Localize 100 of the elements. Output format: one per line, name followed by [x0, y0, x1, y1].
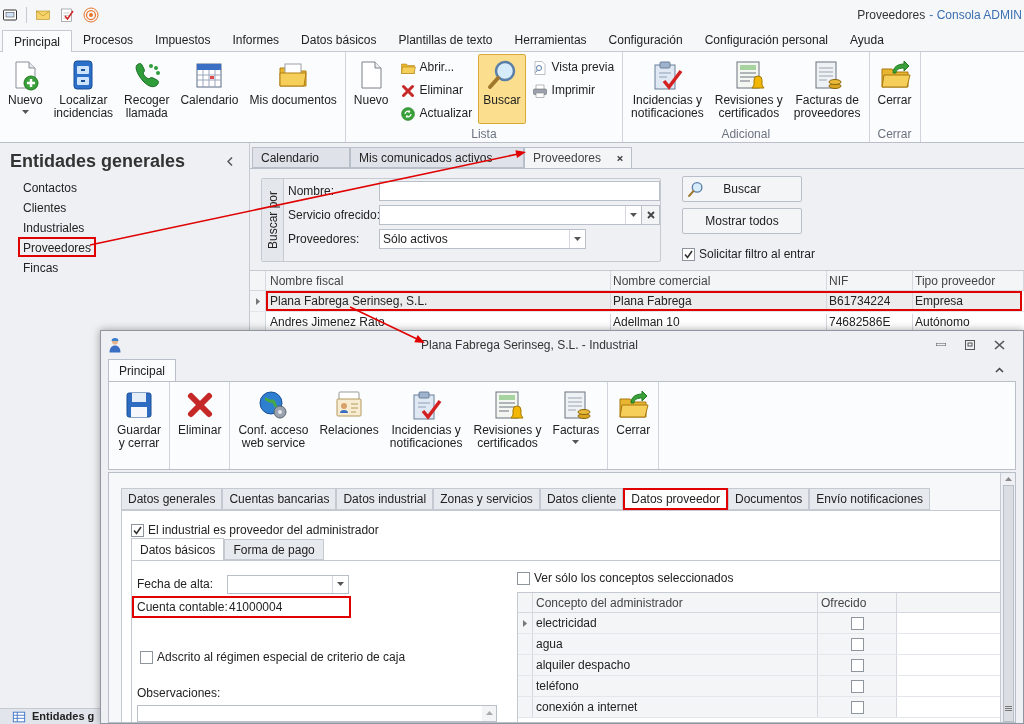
- navigation-label: Entidades g: [32, 709, 95, 724]
- scrollbar[interactable]: [1000, 473, 1015, 722]
- table-cell: Plana Fabrega Serinseg, S.L.: [268, 293, 611, 309]
- task-list-icon: [59, 7, 75, 23]
- menu-tab[interactable]: Herramientas: [503, 29, 598, 51]
- tab[interactable]: Zonas y servicios: [433, 488, 540, 510]
- menu-tab[interactable]: Configuración: [597, 29, 694, 51]
- row-header[interactable]: [250, 312, 266, 332]
- tab[interactable]: Datos cliente: [539, 488, 624, 510]
- document-tab[interactable]: Proveedores: [524, 147, 632, 168]
- checkbox[interactable]: [131, 523, 144, 537]
- tab[interactable]: Datos proveedor: [623, 488, 728, 510]
- column-header[interactable]: Ofrecido: [818, 593, 897, 612]
- checkbox[interactable]: [850, 637, 864, 651]
- table-cell: electricidad: [533, 613, 818, 633]
- checkbox[interactable]: [517, 571, 530, 585]
- ribbon-button[interactable]: Nuevo: [3, 54, 48, 124]
- minimize-icon[interactable]: [936, 343, 946, 346]
- ribbon-button[interactable]: Recoger llamada: [119, 54, 175, 124]
- column-header[interactable]: Concepto del administrador: [533, 593, 818, 612]
- ribbon-button[interactable]: Mis documentos: [244, 54, 342, 124]
- ribbon-button[interactable]: Actualizar: [396, 103, 476, 124]
- document-tab[interactable]: Mis comunicados activos: [350, 147, 524, 168]
- checkbox-label: El industrial es proveedor del administrador: [148, 522, 379, 539]
- menu-tab[interactable]: Ayuda: [839, 29, 895, 51]
- checkbox[interactable]: [682, 247, 695, 261]
- row-header[interactable]: [250, 291, 266, 311]
- ribbon-tab[interactable]: Principal: [108, 359, 177, 382]
- ribbon-button[interactable]: Conf. acceso web service: [233, 384, 314, 454]
- sidebar-item[interactable]: Proveedores: [18, 237, 97, 257]
- sidebar-item[interactable]: Fincas: [18, 257, 64, 277]
- tab[interactable]: Documentos: [727, 488, 810, 510]
- menu-tab[interactable]: Impuestos: [144, 29, 222, 51]
- row-header[interactable]: [518, 613, 533, 633]
- ribbon-button[interactable]: Relaciones: [314, 384, 384, 454]
- ribbon-button[interactable]: Incidencias y notificaciones: [384, 384, 468, 454]
- collapse-icon[interactable]: [227, 156, 233, 166]
- tab[interactable]: Datos generales: [121, 488, 223, 510]
- close-icon[interactable]: [994, 339, 1005, 350]
- broadcast-icon: [83, 7, 99, 23]
- ribbon-button[interactable]: Guardar y cerrar: [112, 384, 167, 454]
- column-header[interactable]: Nombre comercial: [611, 271, 827, 290]
- checkbox[interactable]: [850, 616, 864, 630]
- tab[interactable]: Envío notificaciones: [809, 488, 931, 510]
- document-tab[interactable]: Calendario: [252, 147, 350, 168]
- window-title: Proveedores: [857, 7, 926, 24]
- menu-tab[interactable]: Principal: [2, 30, 73, 52]
- ribbon-button[interactable]: Cerrar: [872, 54, 917, 124]
- collapse-ribbon-icon[interactable]: [995, 367, 1004, 373]
- search-button[interactable]: Buscar: [682, 176, 802, 202]
- scroll-up-icon[interactable]: [1004, 477, 1012, 481]
- column-header[interactable]: NIF: [827, 271, 913, 290]
- text-field[interactable]: [379, 181, 660, 201]
- tab[interactable]: Datos básicos: [131, 538, 225, 560]
- caret-icon: [574, 237, 581, 241]
- ribbon-button[interactable]: Revisiones y certificados: [709, 54, 788, 124]
- ribbon-button[interactable]: Abrir...: [396, 57, 476, 78]
- ribbon-button[interactable]: Buscar: [478, 54, 526, 124]
- table-row[interactable]: Plana Fabrega Serinseg, S.L. Plana Fabrega B61734224 Empresa: [266, 291, 1022, 311]
- checkbox[interactable]: [850, 679, 864, 693]
- checkbox[interactable]: [850, 658, 864, 672]
- menu-tab[interactable]: Configuración personal: [693, 29, 840, 51]
- ribbon-button[interactable]: Vista previa: [528, 57, 618, 78]
- close-icon[interactable]: [617, 153, 623, 163]
- ribbon-button[interactable]: Facturas: [547, 384, 605, 454]
- field-label: Nombre:: [288, 183, 335, 200]
- sidebar-item[interactable]: Contactos: [18, 177, 83, 197]
- ribbon-button[interactable]: Revisiones y certificados: [468, 384, 547, 454]
- date-field[interactable]: [227, 574, 349, 594]
- ribbon-button[interactable]: Nuevo: [348, 54, 394, 124]
- scrollbar-thumb[interactable]: [1002, 485, 1014, 722]
- restore-icon[interactable]: [965, 339, 975, 350]
- ribbon-button[interactable]: Eliminar: [396, 80, 476, 101]
- ribbon-button[interactable]: Incidencias y notificaciones: [626, 54, 709, 124]
- show-all-button[interactable]: Mostrar todos: [682, 208, 802, 234]
- menu-tab[interactable]: Procesos: [72, 29, 145, 51]
- menu-tab[interactable]: Plantillas de texto: [387, 29, 504, 51]
- ribbon-button[interactable]: Facturas de proveedores: [788, 54, 866, 124]
- checkbox[interactable]: [140, 650, 153, 664]
- sidebar-item[interactable]: Clientes: [18, 197, 72, 217]
- clear-button[interactable]: [642, 205, 660, 225]
- table-cell: conexión a internet: [533, 697, 818, 717]
- column-header[interactable]: Tipo proveedor: [913, 271, 1024, 290]
- column-header[interactable]: Nombre fiscal: [268, 271, 611, 290]
- menu-tab[interactable]: Datos básicos: [290, 29, 388, 51]
- sidebar-item[interactable]: Industriales: [18, 217, 90, 237]
- ribbon-button[interactable]: Eliminar: [173, 384, 227, 454]
- menu-tab[interactable]: Informes: [221, 29, 291, 51]
- scroll-up-icon[interactable]: [485, 711, 493, 715]
- checkbox[interactable]: [850, 700, 864, 714]
- dropdown-field[interactable]: Sólo activos: [379, 229, 586, 249]
- dropdown-field[interactable]: [379, 205, 642, 225]
- tab[interactable]: Datos industrial: [336, 488, 434, 510]
- ribbon-button[interactable]: Imprimir: [528, 80, 618, 101]
- notes-field[interactable]: [137, 705, 497, 722]
- tab[interactable]: Forma de pago: [224, 539, 324, 560]
- ribbon-button[interactable]: Cerrar: [611, 384, 656, 454]
- ribbon-button[interactable]: Localizar incidencias: [48, 54, 119, 124]
- ribbon-button[interactable]: Calendario: [175, 54, 244, 124]
- tab[interactable]: Cuentas bancarias: [222, 488, 337, 510]
